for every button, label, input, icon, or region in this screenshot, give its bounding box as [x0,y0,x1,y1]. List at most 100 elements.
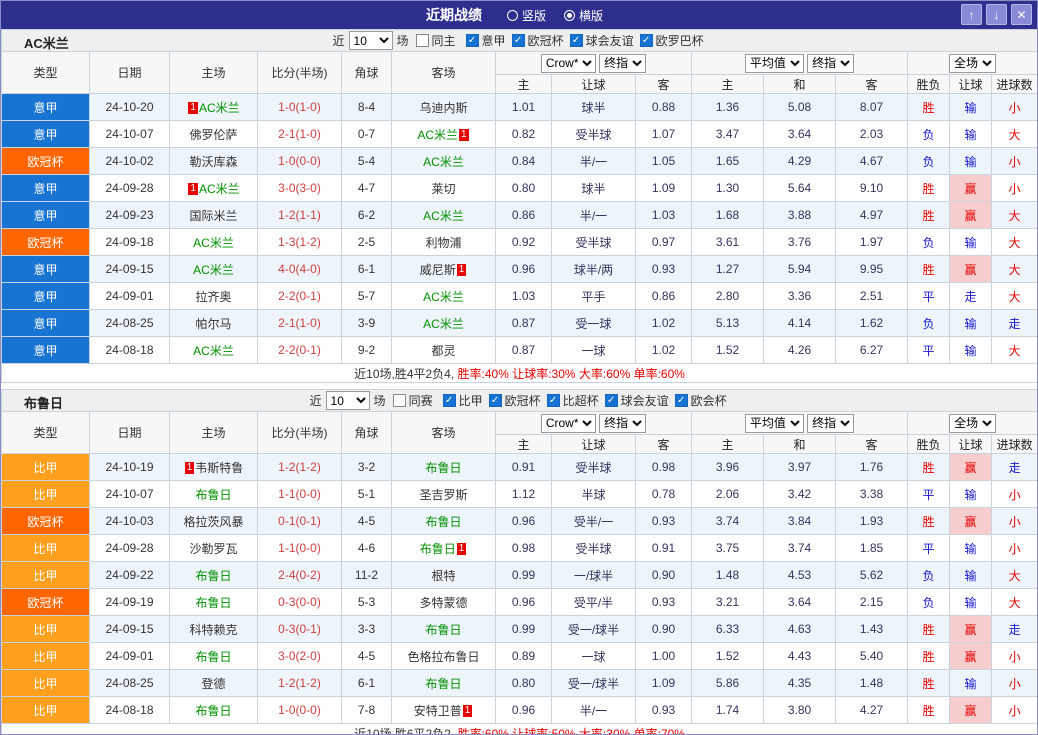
corner-cell: 0-7 [342,121,392,148]
radio-horizontal-mode[interactable]: 横版 [564,7,603,24]
league-type-cell: 比甲 [2,697,90,724]
result-wl-cell: 负 [908,229,950,256]
score-cell: 3-0(2-0) [258,643,342,670]
recent-count-select[interactable]: 10 [349,31,393,50]
avg-draw-cell: 4.29 [764,148,836,175]
away-team-cell: 都灵 [392,337,496,364]
league-filter-checkbox[interactable]: ✓欧会杯 [675,392,727,409]
avg-home-cell: 1.30 [692,175,764,202]
league-filter-checkbox[interactable]: ✓欧冠杯 [489,392,541,409]
radio-vertical-label: 竖版 [522,7,546,24]
score-cell: 2-1(1-0) [258,310,342,337]
avg-select[interactable]: 平均值 [745,414,804,433]
odds-period-select[interactable]: 终指 [599,54,646,73]
team-name: 圣吉罗斯 [419,488,467,502]
odds-home-cell: 0.96 [496,589,552,616]
league-filter-checkbox[interactable]: ✓意甲 [466,32,506,49]
odds-company-select[interactable]: Crow* [541,54,596,73]
same-filter-checkbox[interactable]: 同赛 [393,392,433,409]
col-header-odds-home: 主 [496,75,552,94]
avg-period-select[interactable]: 终指 [807,414,854,433]
league-type-cell: 欧冠杯 [2,508,90,535]
table-row: 比甲24-09-01布鲁日3-0(2-0)4-5色格拉布鲁日0.89一球1.00… [2,643,1038,670]
home-team-cell: AC米兰 [170,337,258,364]
result-handicap-cell: 输 [950,94,992,121]
col-header-score: 比分(半场) [258,412,342,454]
checkbox-checked-icon: ✓ [570,34,583,47]
scope-select[interactable]: 全场 [949,414,996,433]
team-name: 科特赖克 [189,623,237,637]
league-filter-checkbox[interactable]: ✓比甲 [443,392,483,409]
league-type-cell: 意甲 [2,94,90,121]
result-goals-cell: 大 [992,256,1038,283]
summary-rates: 胜率:40% 让球率:30% 大率:60% 单率:60% [458,367,685,381]
avg-draw-cell: 3.88 [764,202,836,229]
corner-cell: 7-8 [342,697,392,724]
team-name: AC米兰 [423,317,464,331]
result-wl-cell: 负 [908,562,950,589]
avg-home-cell: 3.96 [692,454,764,481]
team-results-table: 布鲁日 近 10 场 同赛 ✓比甲✓欧冠杯✓比超杯✓球会友谊✓欧会杯 类型 [1,389,1038,735]
team-name: 乌迪内斯 [419,101,467,115]
odds-away-cell: 0.93 [636,589,692,616]
avg-select[interactable]: 平均值 [745,54,804,73]
avg-draw-cell: 3.97 [764,454,836,481]
avg-home-cell: 5.13 [692,310,764,337]
col-header-corner: 角球 [342,52,392,94]
near-label: 近 [310,392,322,409]
score-cell: 2-4(0-2) [258,562,342,589]
league-filter-checkbox[interactable]: ✓球会友谊 [570,32,634,49]
odds-handicap-cell: 平手 [552,283,636,310]
league-filter-checkbox[interactable]: ✓欧冠杯 [512,32,564,49]
odds-period-select[interactable]: 终指 [599,414,646,433]
date-cell: 24-09-01 [90,283,170,310]
close-button[interactable]: ✕ [1011,4,1032,25]
move-up-button[interactable]: ↑ [961,4,982,25]
radio-vertical-mode[interactable]: 竖版 [507,7,546,24]
date-cell: 24-10-03 [90,508,170,535]
result-handicap-cell: 输 [950,481,992,508]
team-name: 莱切 [431,182,455,196]
score-cell: 1-2(1-2) [258,670,342,697]
away-team-cell: 多特蒙德 [392,589,496,616]
recent-count-select[interactable]: 10 [326,391,370,410]
home-team-cell: 帕尔马 [170,310,258,337]
scope-select[interactable]: 全场 [949,54,996,73]
result-wl-cell: 胜 [908,454,950,481]
team-name: 根特 [431,569,455,583]
home-team-cell: AC米兰 [170,256,258,283]
score-cell: 0-1(0-1) [258,508,342,535]
away-team-cell: 布鲁日1 [392,535,496,562]
avg-draw-cell: 4.53 [764,562,836,589]
table-row: 意甲24-08-25帕尔马2-1(1-0)3-9AC米兰0.87受一球1.025… [2,310,1038,337]
avg-away-cell: 4.97 [836,202,908,229]
window-buttons: ↑ ↓ ✕ [961,4,1032,25]
team-results-table: AC米兰 近 10 场 同主 ✓意甲✓欧冠杯✓球会友谊✓欧罗巴杯 类型 [1,29,1038,383]
team-name: AC米兰 [193,344,234,358]
avg-period-select[interactable]: 终指 [807,54,854,73]
corner-cell: 4-5 [342,643,392,670]
odds-dropdown-cell: Crow* 终指 [496,412,692,435]
odds-away-cell: 0.86 [636,283,692,310]
checkbox-checked-icon: ✓ [466,34,479,47]
result-wl-cell: 平 [908,337,950,364]
same-filter-checkbox[interactable]: 同主 [416,32,456,49]
league-filter-checkbox[interactable]: ✓球会友谊 [605,392,669,409]
team-name: 勒沃库森 [189,155,237,169]
odds-company-select[interactable]: Crow* [541,414,596,433]
league-filter-checkbox[interactable]: ✓欧罗巴杯 [640,32,704,49]
odds-home-cell: 0.96 [496,697,552,724]
team-name: 布鲁日 [195,488,231,502]
league-filter-checkbox[interactable]: ✓比超杯 [547,392,599,409]
checkbox-checked-icon: ✓ [443,394,456,407]
date-cell: 24-09-18 [90,229,170,256]
avg-home-cell: 1.36 [692,94,764,121]
team-name: 帕尔马 [195,317,231,331]
home-team-cell: 登德 [170,670,258,697]
result-wl-cell: 胜 [908,94,950,121]
home-team-cell: 布鲁日 [170,481,258,508]
league-type-cell: 比甲 [2,535,90,562]
col-header-home: 主场 [170,412,258,454]
score-cell: 1-0(0-0) [258,697,342,724]
move-down-button[interactable]: ↓ [986,4,1007,25]
